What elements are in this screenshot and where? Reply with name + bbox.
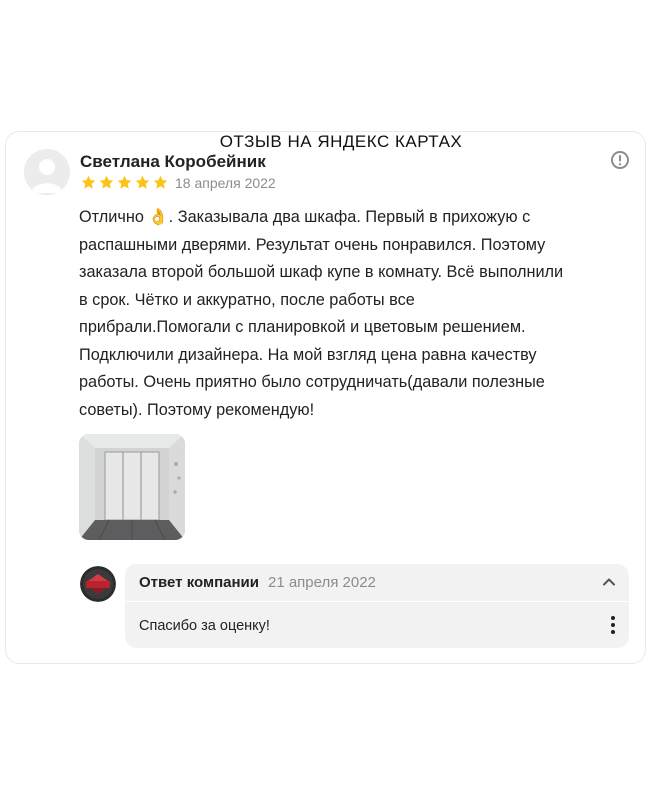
reply-text: Спасибо за оценку! [139,618,270,634]
reply-header: Ответ компании 21 апреля 2022 [139,574,376,591]
more-vertical-icon[interactable] [609,614,617,636]
reply-divider [125,601,629,602]
review-text: Отлично 👌. Заказывала два шкафа. Первый … [79,208,564,419]
reply-date: 21 апреля 2022 [267,574,376,591]
company-logo[interactable] [80,566,116,602]
star-icon [117,175,132,189]
star-icon [81,175,96,189]
banner-title: ОТЗЫВ НА ЯНДЕКС КАРТАХ [219,132,463,151]
company-logo-icon [80,566,116,602]
info-icon[interactable] [610,150,630,170]
company-reply: Ответ компании 21 апреля 2022 Спасибо за … [125,564,629,648]
star-icon [153,175,168,189]
review-author[interactable]: Светлана Коробейник [80,152,266,172]
user-placeholder-icon [24,149,70,195]
reply-title: Ответ компании [139,574,259,591]
rating-stars [80,174,169,191]
star-icon [99,175,114,189]
chevron-up-icon[interactable] [601,574,617,590]
review-photo[interactable] [79,434,185,540]
wardrobe-photo-icon [79,434,185,540]
star-icon [135,175,150,189]
review-date: 18 апреля 2022 [175,175,276,191]
avatar[interactable] [24,149,70,195]
